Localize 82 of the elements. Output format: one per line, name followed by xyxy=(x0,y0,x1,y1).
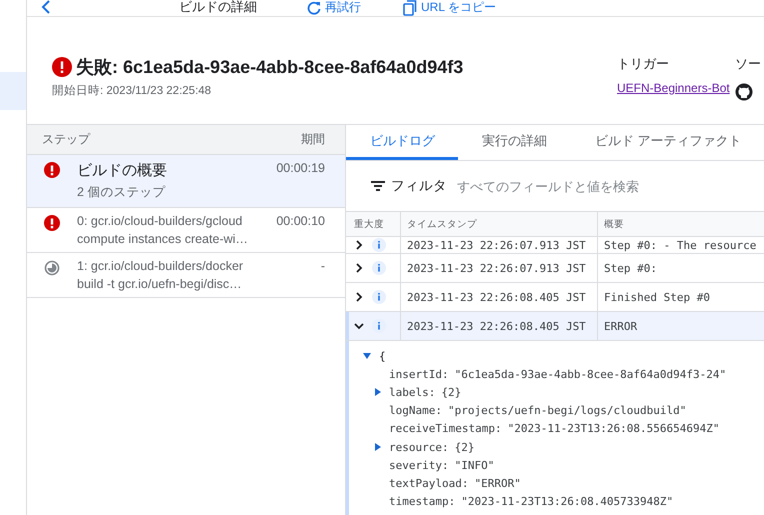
column-header: 概要 xyxy=(603,218,625,232)
page-title: ビルドの詳細 xyxy=(179,0,257,14)
info-icon xyxy=(372,290,386,304)
caret-right-icon xyxy=(375,443,381,452)
json-value: "6c1ea5da-93ae-4abb-8cee-8af64a0d94f3-24" xyxy=(454,368,726,381)
json-value: "ERROR" xyxy=(474,476,521,490)
summary-cell-text: Step #0: - The resource xyxy=(603,238,758,253)
tab[interactable]: ビルド アーティファクト xyxy=(571,125,764,160)
step-title: ビルドの概要 xyxy=(77,161,168,180)
column-header: 期間 xyxy=(301,131,325,148)
json-field-row[interactable]: timestamp: "2023-11-23T13:26:08.405733948Z" xyxy=(363,492,764,511)
refresh-icon xyxy=(307,0,321,14)
summary-cell-text: ERROR xyxy=(603,318,638,334)
tab[interactable]: ビルドログ xyxy=(346,125,458,160)
back-button[interactable] xyxy=(41,0,51,14)
step-subtitle: build -t gcr.io/uefn-begi/disc… xyxy=(77,277,243,291)
json-key: labels: xyxy=(389,386,436,399)
log-row[interactable]: 2023-11-23 22:26:08.405 JST ERROR xyxy=(346,312,764,341)
retry-button[interactable]: 再試行 xyxy=(307,0,361,15)
json-key: textPayload: xyxy=(389,476,468,490)
json-value: "2023-11-23T13:26:08.405733948Z" xyxy=(461,495,674,508)
info-icon xyxy=(372,319,386,333)
chevron-right-icon xyxy=(354,263,364,273)
caret-down-icon xyxy=(363,353,371,360)
copy-icon xyxy=(403,0,417,16)
json-brace: { xyxy=(379,350,386,363)
column-header: タイムスタンプ xyxy=(401,212,598,236)
summary-cell-text: Finished Step #0 xyxy=(603,290,711,306)
trigger-link[interactable]: UEFN-Beginners-Bot xyxy=(617,81,735,95)
json-key: timestamp: xyxy=(389,495,456,508)
json-key: insertId: xyxy=(389,368,449,381)
json-value: "2023-11-23T13:26:08.556654694Z" xyxy=(508,422,720,436)
json-field-row[interactable]: receiveTimestamp: "2023-11-23T13:26:08.556654694Z" xyxy=(363,420,764,438)
summary-cell-text: Step #0: xyxy=(603,260,658,276)
timestamp-cell: 2023-11-23 22:26:07.913 JST xyxy=(401,254,598,282)
chevron-right-icon xyxy=(354,292,364,302)
meta-label: ソー xyxy=(735,55,761,73)
copy-button[interactable]: URL をコピー xyxy=(403,0,496,15)
column-header: ステップ xyxy=(42,131,90,148)
error-icon xyxy=(44,215,60,231)
step-row[interactable]: ビルドの概要 2 個のステップ 00:00:19 xyxy=(27,155,345,208)
log-row[interactable]: 2023-11-23 22:26:07.913 JST Step #0: xyxy=(346,254,764,283)
chevron-right-icon xyxy=(354,240,364,250)
json-key: severity: xyxy=(389,458,449,472)
json-key: logName: xyxy=(389,404,442,418)
step-subtitle: compute instances create-wi… xyxy=(77,232,249,246)
json-value: {2} xyxy=(441,386,462,399)
step-duration: 00:00:19 xyxy=(276,161,325,177)
step-duration: 00:00:10 xyxy=(276,214,325,230)
error-icon xyxy=(44,162,60,178)
filter-button[interactable]: フィルタ xyxy=(371,177,447,195)
json-value: "INFO" xyxy=(454,458,494,472)
build-title: 失敗: 6c1ea5da-93ae-4abb-8cee-8af64a0d94f3 xyxy=(76,56,464,79)
json-field-row[interactable]: labels: {2} xyxy=(363,383,764,402)
timestamp-cell: 2023-11-23 22:26:07.913 JST xyxy=(401,237,598,253)
json-field-row[interactable]: severity: "INFO" xyxy=(363,456,764,474)
meta-label: トリガー xyxy=(617,55,670,73)
log-row[interactable]: 2023-11-23 22:26:07.913 JST Step #0: - The resource xyxy=(346,237,764,254)
filter-icon xyxy=(371,181,385,191)
timestamp-cell: 2023-11-23 22:26:08.405 JST xyxy=(401,312,598,340)
json-key: receiveTimestamp: xyxy=(389,422,502,436)
json-field-row[interactable]: logName: "projects/uefn-begi/logs/cloudbuild" xyxy=(363,402,764,420)
info-icon xyxy=(372,261,386,275)
json-value: "projects/uefn-begi/logs/cloudbuild" xyxy=(448,404,686,418)
column-header: 重大度 xyxy=(346,212,401,236)
json-value: {2} xyxy=(454,440,474,454)
caret-right-icon xyxy=(375,388,381,396)
json-field-row[interactable]: insertId: "6c1ea5da-93ae-4abb-8cee-8af64a0d94f3-24" xyxy=(363,365,764,384)
step-duration: - xyxy=(320,259,325,275)
step-subtitle: 2 個のステップ xyxy=(77,184,166,201)
step-title: 0: gcr.io/cloud-builders/gcloud xyxy=(77,214,244,228)
timestamp-cell: 2023-11-23 22:26:08.405 JST xyxy=(401,283,598,311)
json-field-row[interactable]: resource: {2} xyxy=(363,438,764,456)
start-time: 開始日時: 2023/11/23 22:25:48 xyxy=(52,84,212,98)
tab[interactable]: 実行の詳細 xyxy=(458,125,571,160)
cat-logo-icon xyxy=(735,83,753,101)
info-icon xyxy=(372,238,386,252)
chevron-down-icon xyxy=(354,321,364,331)
step-title: 1: gcr.io/cloud-builders/docker xyxy=(77,259,244,273)
pending-clock-icon xyxy=(44,260,60,276)
json-field-row[interactable]: textPayload: "ERROR" xyxy=(363,474,764,492)
json-key: resource: xyxy=(389,440,449,454)
